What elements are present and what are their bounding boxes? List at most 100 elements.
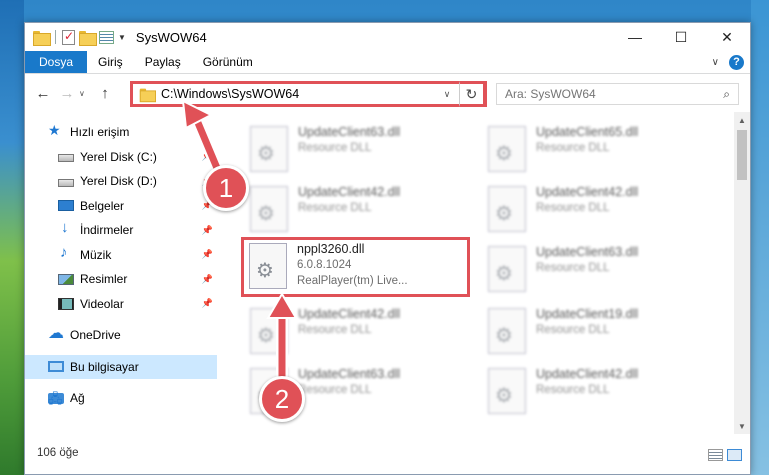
sidebar-item-local-disk-d[interactable]: Yerel Disk (D:) 📌 xyxy=(25,169,217,194)
file-item-nppl3260[interactable]: nppl3260.dll 6.0.8.1024 RealPlayer(tm) L… xyxy=(241,237,471,297)
sidebar-item-label: Yerel Disk (D:) xyxy=(80,174,157,189)
file-name: UpdateClient42.dll xyxy=(298,185,401,199)
file-description: Resource DLL xyxy=(536,384,610,396)
search-box[interactable]: ⌕ xyxy=(496,83,739,105)
refresh-button[interactable]: ↻ xyxy=(459,81,486,107)
navigation-bar: ← → ∨ ↑ C:\Windows\SysWOW64 ∨ ↻ ⌕ xyxy=(25,74,750,112)
title-bar: ▼ SysWOW64 — ☐ ✕ xyxy=(25,23,750,51)
sidebar-item-videos[interactable]: Videolar 📌 xyxy=(25,292,217,317)
recent-locations-chevron-icon[interactable]: ∨ xyxy=(79,89,93,98)
file-description: RealPlayer(tm) Live... xyxy=(297,275,408,287)
file-item[interactable]: UpdateClient63.dll Resource DLL xyxy=(480,240,710,300)
sidebar-item-pictures[interactable]: Resimler 📌 xyxy=(25,267,217,292)
search-icon[interactable]: ⌕ xyxy=(723,87,730,102)
file-item[interactable]: UpdateClient65.dll Resource DLL xyxy=(480,120,710,180)
sidebar-item-network[interactable]: Ağ xyxy=(25,386,217,412)
customize-toolbar-icon[interactable]: ▼ xyxy=(118,33,126,42)
pictures-icon xyxy=(58,273,74,285)
window-title: SysWOW64 xyxy=(135,29,207,45)
status-bar: 106 öğe xyxy=(25,432,750,474)
vertical-scrollbar[interactable]: ▲ ▼ xyxy=(734,112,750,434)
disk-icon xyxy=(58,154,74,163)
sidebar-item-label: Videolar xyxy=(80,296,124,311)
quick-access-toolbar: ▼ xyxy=(25,23,126,51)
video-icon xyxy=(58,297,74,310)
sidebar-item-label: Yerel Disk (C:) xyxy=(80,149,157,164)
sidebar-item-onedrive[interactable]: OneDrive xyxy=(25,323,217,348)
tab-share[interactable]: Paylaş xyxy=(134,51,192,73)
file-name: UpdateClient63.dll xyxy=(298,367,401,381)
file-name: UpdateClient42.dll xyxy=(536,367,639,381)
refresh-icon: ↻ xyxy=(465,85,478,102)
sidebar-item-label: Resimler xyxy=(80,272,128,287)
ribbon-tabs: Dosya Giriş Paylaş Görünüm ∨ ? xyxy=(25,51,750,74)
sidebar-item-this-pc[interactable]: Bu bilgisayar xyxy=(25,354,217,379)
properties-icon[interactable] xyxy=(99,30,114,44)
file-name: UpdateClient19.dll xyxy=(536,307,639,321)
sidebar-item-label: Hızlı erişim xyxy=(70,125,130,140)
sidebar-item-label: Bu bilgisayar xyxy=(70,359,139,374)
file-description: Resource DLL xyxy=(298,142,372,154)
maximize-button[interactable]: ☐ xyxy=(658,23,704,51)
file-item[interactable]: UpdateClient42.dll Resource DLL xyxy=(242,180,472,240)
dll-file-icon xyxy=(250,126,288,172)
pin-icon[interactable]: 📌 xyxy=(202,298,213,309)
window-controls: — ☐ ✕ xyxy=(612,23,750,51)
new-folder-icon[interactable] xyxy=(79,30,97,46)
scrollbar-thumb[interactable] xyxy=(737,130,747,180)
file-item[interactable]: UpdateClient63.dll Resource DLL xyxy=(242,120,472,180)
highlighted-file-item[interactable]: nppl3260.dll 6.0.8.1024 RealPlayer(tm) L… xyxy=(241,237,470,297)
address-path[interactable]: C:\Windows\SysWOW64 xyxy=(161,87,299,101)
properties-check-icon[interactable] xyxy=(62,29,75,45)
navigation-pane: Hızlı erişim Yerel Disk (C:) 📌 Yerel Dis… xyxy=(25,112,217,434)
star-icon xyxy=(48,122,64,139)
large-icons-view-icon[interactable] xyxy=(727,449,742,461)
file-version: 6.0.8.1024 xyxy=(297,259,352,271)
file-name: UpdateClient63.dll xyxy=(536,245,639,259)
step-badge-2: 2 xyxy=(259,376,305,422)
file-name: UpdateClient63.dll xyxy=(298,125,401,139)
pin-icon[interactable]: 📌 xyxy=(202,225,213,236)
file-description: Resource DLL xyxy=(536,262,610,274)
tab-home[interactable]: Giriş xyxy=(87,51,134,73)
sidebar-item-music[interactable]: Müzik 📌 xyxy=(25,243,217,268)
up-arrow-icon[interactable]: ↑ xyxy=(93,85,117,102)
dll-file-icon xyxy=(488,246,526,292)
pin-icon[interactable]: 📌 xyxy=(202,274,213,285)
sidebar-item-quick-access[interactable]: Hızlı erişim xyxy=(25,120,217,145)
file-item[interactable]: UpdateClient42.dll Resource DLL xyxy=(242,302,472,362)
help-icon[interactable]: ? xyxy=(729,54,744,70)
scroll-up-icon[interactable]: ▲ xyxy=(734,112,750,128)
search-input[interactable] xyxy=(505,87,705,101)
file-description: Resource DLL xyxy=(536,324,610,336)
file-item[interactable]: UpdateClient42.dll Resource DLL xyxy=(480,362,710,422)
file-name: UpdateClient65.dll xyxy=(536,125,639,139)
file-description: Resource DLL xyxy=(298,384,372,396)
pin-icon[interactable]: 📌 xyxy=(202,151,213,162)
back-arrow-icon[interactable]: ← xyxy=(31,85,55,102)
sidebar-item-local-disk-c[interactable]: Yerel Disk (C:) 📌 xyxy=(25,145,217,170)
close-button[interactable]: ✕ xyxy=(704,23,750,51)
sidebar-item-downloads[interactable]: İndirmeler 📌 xyxy=(25,218,217,243)
file-item[interactable]: UpdateClient42.dll Resource DLL xyxy=(480,180,710,240)
desktop-background-right xyxy=(751,0,769,475)
details-view-icon[interactable] xyxy=(708,449,723,461)
pin-icon[interactable]: 📌 xyxy=(202,249,213,260)
file-description: Resource DLL xyxy=(536,202,610,214)
download-icon xyxy=(58,219,74,237)
minimize-button[interactable]: — xyxy=(612,23,658,51)
tab-file[interactable]: Dosya xyxy=(25,51,88,73)
address-bar[interactable]: C:\Windows\SysWOW64 ∨ xyxy=(130,81,487,107)
forward-arrow-icon[interactable]: → xyxy=(55,85,79,102)
folder-icon xyxy=(33,30,51,46)
expand-ribbon-icon[interactable]: ∨ xyxy=(712,57,719,68)
file-item[interactable]: UpdateClient19.dll Resource DLL xyxy=(480,302,710,362)
sidebar-item-documents[interactable]: Belgeler 📌 xyxy=(25,194,217,219)
cloud-icon xyxy=(48,323,64,343)
file-description: Resource DLL xyxy=(536,142,610,154)
dll-file-icon xyxy=(249,243,287,289)
tab-view[interactable]: Görünüm xyxy=(192,51,264,73)
dll-file-icon xyxy=(488,308,526,354)
address-dropdown-icon[interactable]: ∨ xyxy=(438,89,456,100)
step-badge-1: 1 xyxy=(203,165,249,211)
